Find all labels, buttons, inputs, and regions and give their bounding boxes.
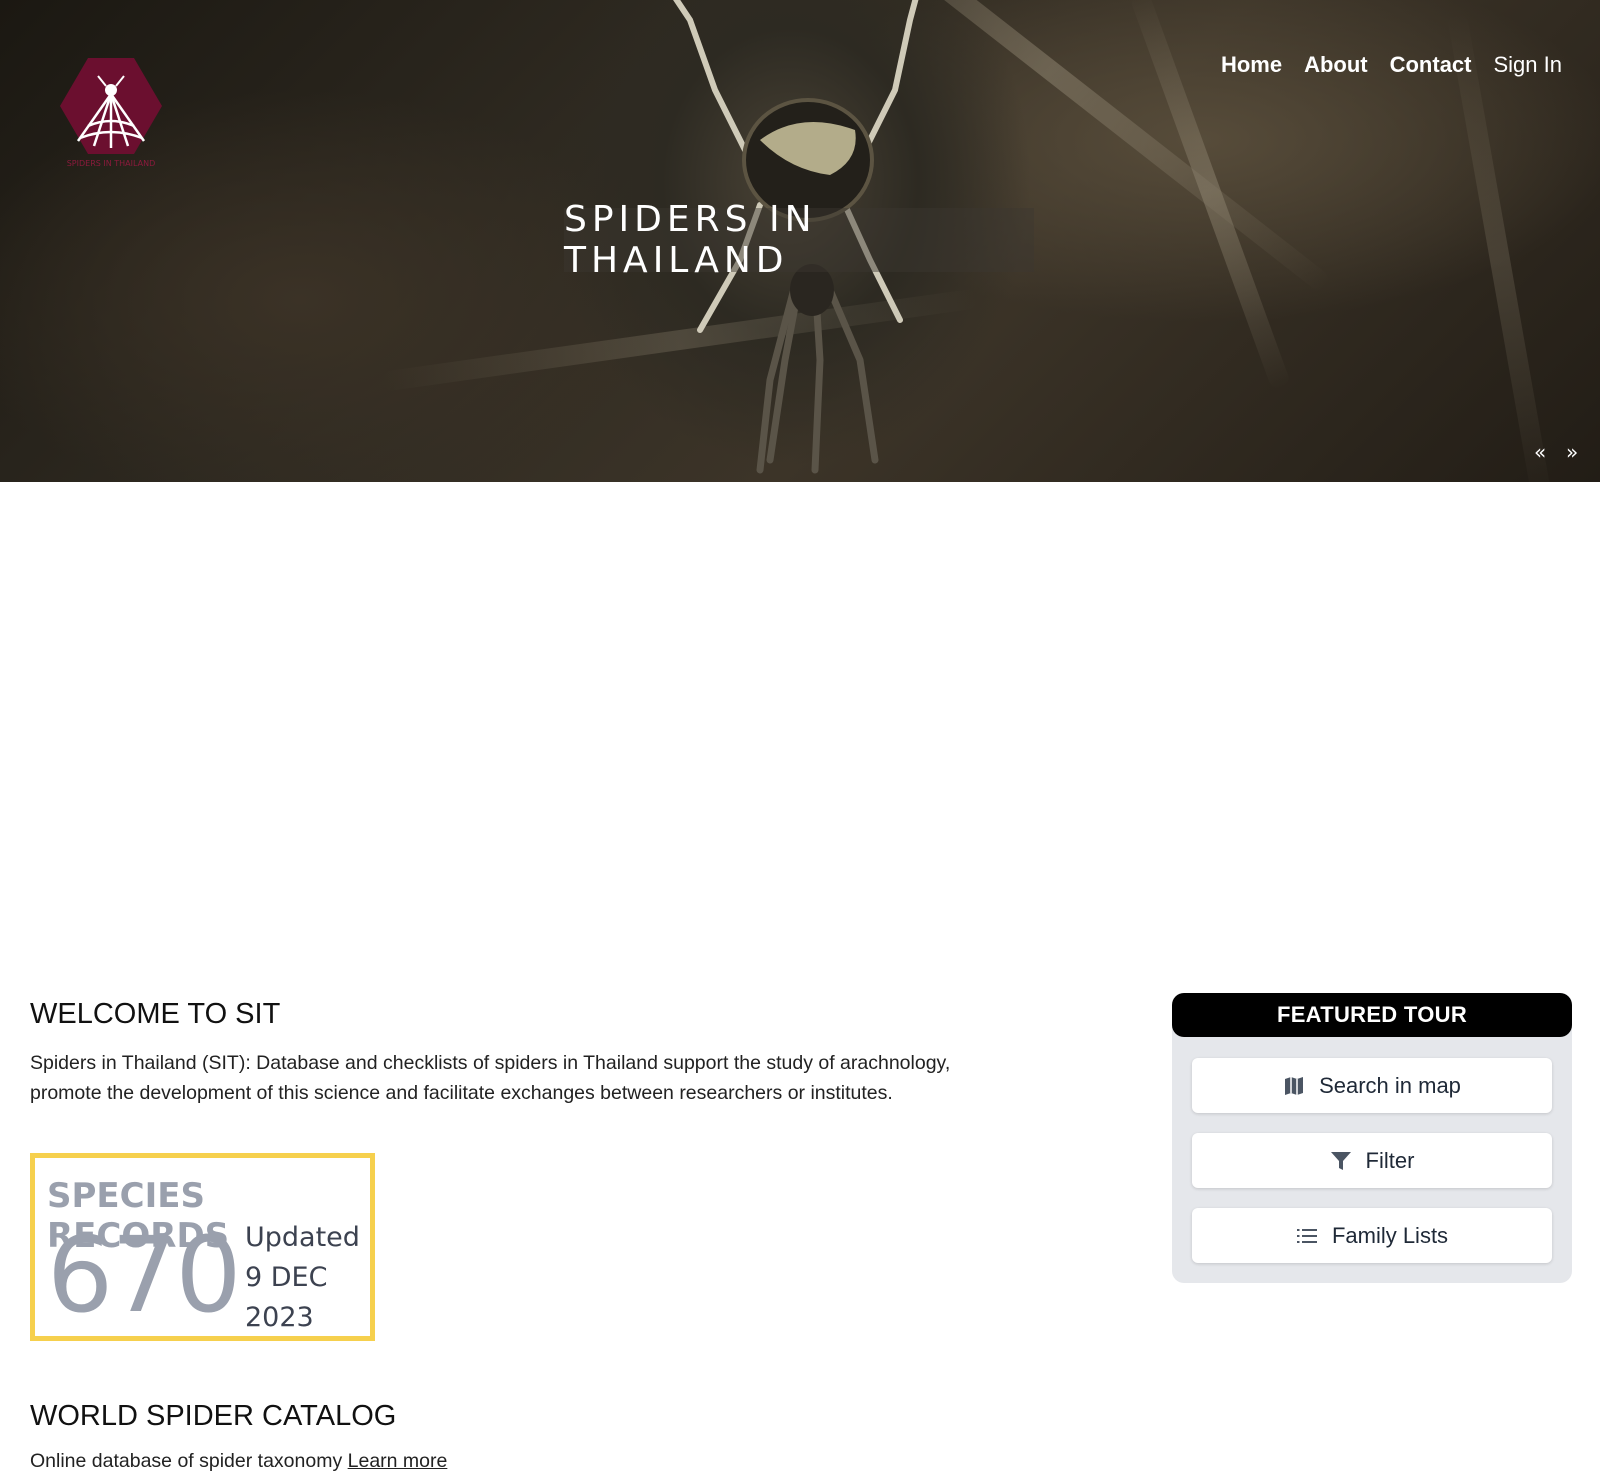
nav-sign-in[interactable]: Sign In bbox=[1494, 52, 1563, 78]
world-spider-catalog-title: WORLD SPIDER CATALOG bbox=[30, 1400, 397, 1432]
list-icon bbox=[1296, 1225, 1318, 1247]
welcome-title: WELCOME TO SIT bbox=[30, 998, 281, 1030]
species-records-updated: Updated 9 DEC 2023 bbox=[245, 1218, 375, 1338]
filter-button[interactable]: Filter bbox=[1192, 1133, 1552, 1188]
nav-contact[interactable]: Contact bbox=[1390, 52, 1472, 78]
hero-title-box: SPIDERS IN THAILAND bbox=[564, 199, 1034, 281]
map-icon bbox=[1283, 1075, 1305, 1097]
carousel-prev-button[interactable]: « bbox=[1534, 440, 1546, 464]
top-nav: Home About Contact Sign In bbox=[1221, 52, 1562, 78]
search-in-map-label: Search in map bbox=[1319, 1072, 1461, 1098]
logo-text: SPIDERS IN THAILAND bbox=[67, 159, 156, 168]
welcome-description: Spiders in Thailand (SIT): Database and … bbox=[30, 1052, 951, 1104]
species-records-count: 670 bbox=[47, 1214, 242, 1336]
search-in-map-button[interactable]: Search in map bbox=[1192, 1058, 1552, 1113]
filter-label: Filter bbox=[1365, 1147, 1415, 1173]
nav-about[interactable]: About bbox=[1304, 52, 1368, 78]
family-lists-button[interactable]: Family Lists bbox=[1192, 1208, 1552, 1263]
updated-label: Updated bbox=[245, 1222, 360, 1253]
updated-year: 2023 bbox=[245, 1302, 314, 1333]
family-lists-label: Family Lists bbox=[1331, 1222, 1449, 1248]
nav-home[interactable]: Home bbox=[1221, 52, 1282, 78]
featured-tour-header: FEATURED TOUR bbox=[1172, 993, 1572, 1037]
filter-icon bbox=[1330, 1150, 1352, 1172]
hero-banner: SPIDERS IN THAILAND Home About Contact S… bbox=[0, 0, 1600, 482]
updated-date: 9 DEC bbox=[245, 1262, 328, 1293]
featured-tour-panel: FEATURED TOUR Search in map Filter Famil… bbox=[1172, 993, 1572, 1283]
world-spider-catalog-text: Online database of spider taxonomy Learn… bbox=[30, 1450, 447, 1473]
carousel-next-button[interactable]: » bbox=[1566, 440, 1578, 464]
species-records-card: SPECIES RECORDS 670 Updated 9 DEC 2023 bbox=[30, 1153, 375, 1341]
sit-logo[interactable]: SPIDERS IN THAILAND bbox=[58, 56, 164, 172]
catalog-description: Online database of spider taxonomy bbox=[30, 1450, 343, 1472]
hero-title: SPIDERS IN THAILAND bbox=[564, 199, 817, 281]
learn-more-link[interactable]: Learn more bbox=[348, 1450, 448, 1472]
